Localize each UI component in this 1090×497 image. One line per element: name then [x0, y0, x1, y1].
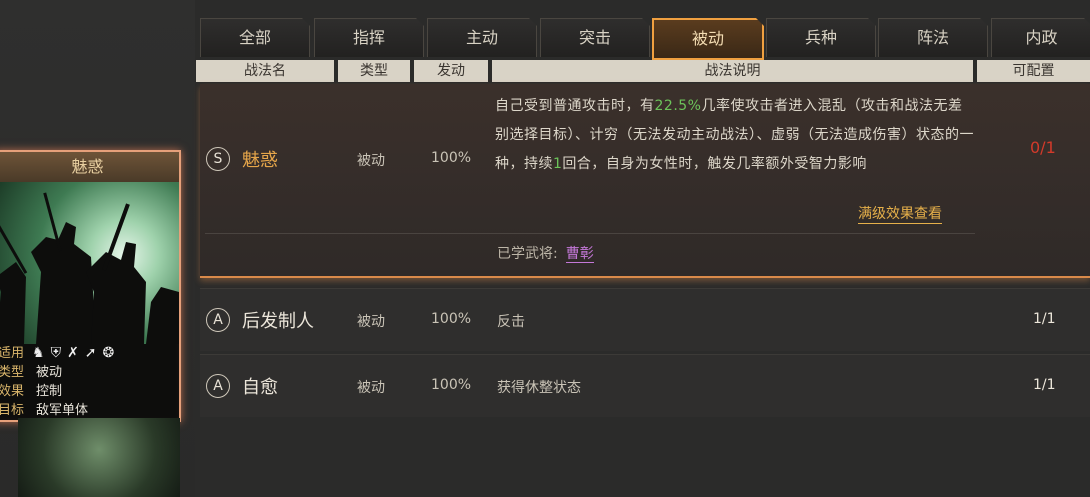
skill-type: 被动	[357, 153, 385, 169]
tab-formation[interactable]: 阵法	[878, 18, 988, 57]
skill-config-count: 1/1	[1033, 311, 1056, 327]
skill-row[interactable]	[200, 288, 1090, 351]
troop-type-icons: ♞ ⛨ ✗ ➚ ❂	[32, 344, 114, 363]
learned-generals: 已学武将: 曹彰	[497, 246, 594, 263]
tab-assault[interactable]: 突击	[540, 18, 650, 57]
grade-badge: S	[206, 147, 230, 171]
next-card-artwork[interactable]	[18, 418, 180, 497]
card-info: 适用 ♞ ⛨ ✗ ➚ ❂ 类型 被动 效果 控制 目标 敌军单体	[0, 344, 179, 420]
skill-rate: 100%	[431, 311, 472, 327]
tab-command[interactable]: 指挥	[314, 18, 424, 57]
header-name[interactable]: 战法名	[196, 60, 334, 82]
wheel-icon: ❂	[102, 345, 115, 361]
skill-row[interactable]	[200, 354, 1090, 417]
skill-rate: 100%	[431, 377, 472, 393]
skill-name: 自愈	[242, 377, 278, 398]
header-type[interactable]: 类型	[338, 60, 410, 82]
tab-all[interactable]: 全部	[200, 18, 310, 57]
skill-description: 获得休整状态	[497, 380, 581, 396]
card-label-type: 类型	[0, 365, 25, 380]
bow-icon: ✗	[67, 345, 79, 361]
tab-active[interactable]: 主动	[427, 18, 537, 57]
skill-description: 反击	[497, 314, 525, 330]
card-title: 魅惑	[0, 152, 179, 182]
skill-type: 被动	[357, 380, 385, 396]
skill-description: 自己受到普通攻击时，有22.5%几率使攻击者进入混乱（攻击和战法无差别选择目标）…	[495, 98, 974, 172]
category-tabs: 全部 指挥 主动 突击 被动 兵种 阵法 内政	[200, 18, 1090, 56]
skill-config-count: 0/1	[1030, 138, 1056, 157]
card-label-applicable: 适用	[0, 346, 25, 361]
card-value-effect: 控制	[36, 384, 63, 399]
cavalry-icon: ♞	[32, 345, 45, 361]
skill-type: 被动	[357, 314, 385, 330]
learned-general-link[interactable]: 曹彰	[565, 246, 594, 263]
card-artwork	[0, 182, 179, 344]
tab-troop[interactable]: 兵种	[766, 18, 876, 57]
row-divider	[205, 233, 975, 234]
card-value-type: 被动	[36, 365, 63, 380]
tab-passive[interactable]: 被动	[652, 18, 764, 60]
spear-icon: ➚	[84, 345, 97, 361]
header-configurable[interactable]: 可配置	[977, 60, 1090, 82]
shield-icon: ⛨	[50, 345, 62, 361]
skill-config-count: 1/1	[1033, 377, 1056, 393]
skill-name: 后发制人	[242, 311, 314, 332]
skill-rate: 100%	[431, 150, 472, 166]
skill-name: 魅惑	[242, 150, 278, 171]
card-label-effect: 效果	[0, 384, 25, 399]
full-level-effect-link[interactable]: 满级效果查看	[858, 203, 942, 224]
header-rate[interactable]: 发动	[414, 60, 488, 82]
tab-internal[interactable]: 内政	[991, 18, 1090, 57]
header-description: 战法说明	[492, 60, 973, 82]
skill-card[interactable]: 魅惑 适用 ♞ ⛨ ✗ ➚ ❂ 类型 被动 效果 控制 目标 敌军单体	[0, 150, 181, 422]
grade-badge: A	[206, 308, 230, 332]
grade-badge: A	[206, 374, 230, 398]
